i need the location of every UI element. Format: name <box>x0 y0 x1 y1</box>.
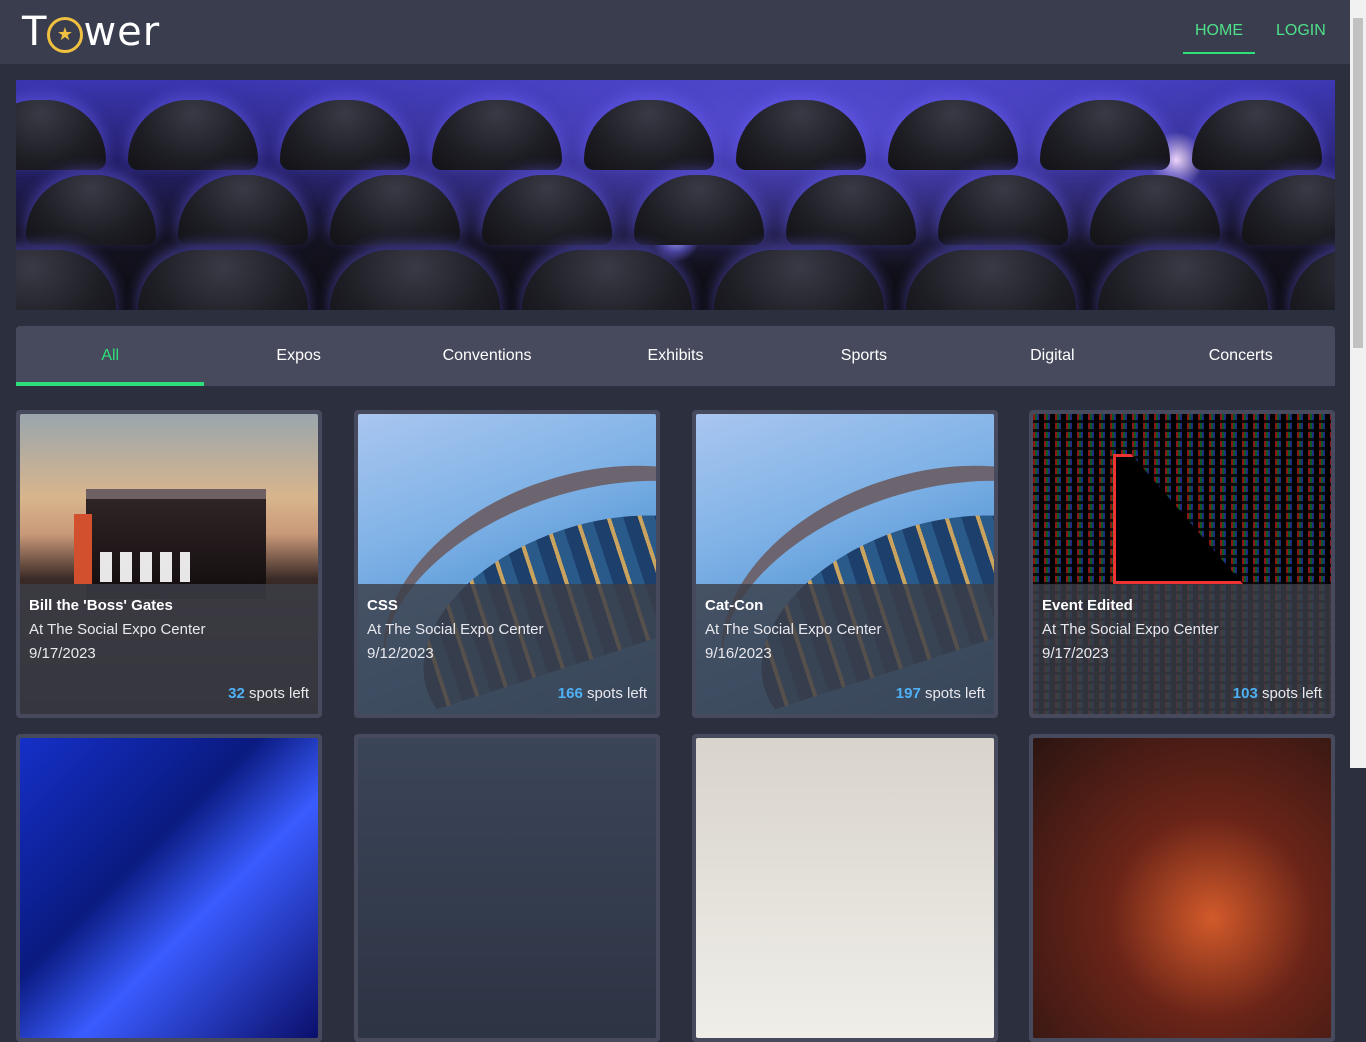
event-info: Event Edited At The Social Expo Center 9… <box>1033 584 1331 714</box>
event-date: 9/16/2023 <box>705 645 772 662</box>
event-spots: 166 spots left <box>558 685 647 702</box>
nav-home-link[interactable]: HOME <box>1183 22 1255 54</box>
hero-banner-image <box>16 80 1335 310</box>
event-image <box>696 738 994 1038</box>
spots-count: 166 <box>557 685 583 702</box>
event-location: At The Social Expo Center <box>367 621 544 638</box>
tab-concerts[interactable]: Concerts <box>1147 326 1335 386</box>
tab-conventions[interactable]: Conventions <box>393 326 581 386</box>
tower-logo[interactable]: T ★ wer <box>22 9 161 55</box>
tab-exhibits[interactable]: Exhibits <box>581 326 769 386</box>
event-location: At The Social Expo Center <box>705 621 882 638</box>
event-date: 9/12/2023 <box>367 645 434 662</box>
spots-label: spots left <box>1257 685 1322 702</box>
event-date: 9/17/2023 <box>1042 645 1109 662</box>
logo-text-start: T <box>22 9 48 55</box>
spots-label: spots left <box>582 685 647 702</box>
event-spots: 197 spots left <box>896 685 985 702</box>
event-location: At The Social Expo Center <box>1042 621 1219 638</box>
event-title: CSS <box>367 597 398 614</box>
event-title: Cat-Con <box>705 597 764 614</box>
spots-count: 103 <box>1232 685 1258 702</box>
seat-row <box>16 100 1322 170</box>
seat-row <box>26 175 1335 245</box>
event-info: Cat-Con At The Social Expo Center 9/16/2… <box>696 584 994 714</box>
scrollbar-thumb[interactable] <box>1353 18 1363 348</box>
event-card[interactable]: Cat-Con At The Social Expo Center 9/16/2… <box>692 410 998 718</box>
spots-count: 197 <box>895 685 921 702</box>
nav-login-link[interactable]: LOGIN <box>1276 22 1326 52</box>
event-card[interactable]: Bill the 'Boss' Gates At The Social Expo… <box>16 410 322 718</box>
seat-row <box>16 250 1335 310</box>
event-date: 9/17/2023 <box>29 645 96 662</box>
event-card[interactable] <box>1029 734 1335 1042</box>
event-card[interactable]: CSS At The Social Expo Center 9/12/2023 … <box>354 410 660 718</box>
event-card[interactable] <box>16 734 322 1042</box>
event-location: At The Social Expo Center <box>29 621 206 638</box>
logo-badge-icon: ★ <box>47 17 84 53</box>
category-tabs: All Expos Conventions Exhibits Sports Di… <box>16 326 1335 386</box>
tab-expos[interactable]: Expos <box>204 326 392 386</box>
event-card[interactable] <box>692 734 998 1042</box>
page-scrollbar[interactable] <box>1350 0 1366 768</box>
event-info: CSS At The Social Expo Center 9/12/2023 … <box>358 584 656 714</box>
top-navbar: T ★ wer HOME LOGIN <box>0 0 1350 64</box>
event-card[interactable] <box>354 734 660 1042</box>
event-image <box>20 738 318 1038</box>
logo-star-glyph: ★ <box>56 24 74 45</box>
event-spots: 32 spots left <box>228 685 309 702</box>
event-title: Event Edited <box>1042 597 1133 614</box>
event-info: Bill the 'Boss' Gates At The Social Expo… <box>20 584 318 714</box>
event-card[interactable]: Event Edited At The Social Expo Center 9… <box>1029 410 1335 718</box>
event-image <box>358 738 656 1038</box>
event-spots: 103 spots left <box>1233 685 1322 702</box>
logo-text-end: wer <box>83 9 161 55</box>
tab-all[interactable]: All <box>16 326 205 386</box>
event-title: Bill the 'Boss' Gates <box>29 597 173 614</box>
spots-label: spots left <box>244 685 309 702</box>
tab-sports[interactable]: Sports <box>770 326 958 386</box>
spots-label: spots left <box>920 685 985 702</box>
event-image <box>1033 738 1331 1038</box>
tab-digital[interactable]: Digital <box>958 326 1146 386</box>
spots-count: 32 <box>228 685 245 702</box>
